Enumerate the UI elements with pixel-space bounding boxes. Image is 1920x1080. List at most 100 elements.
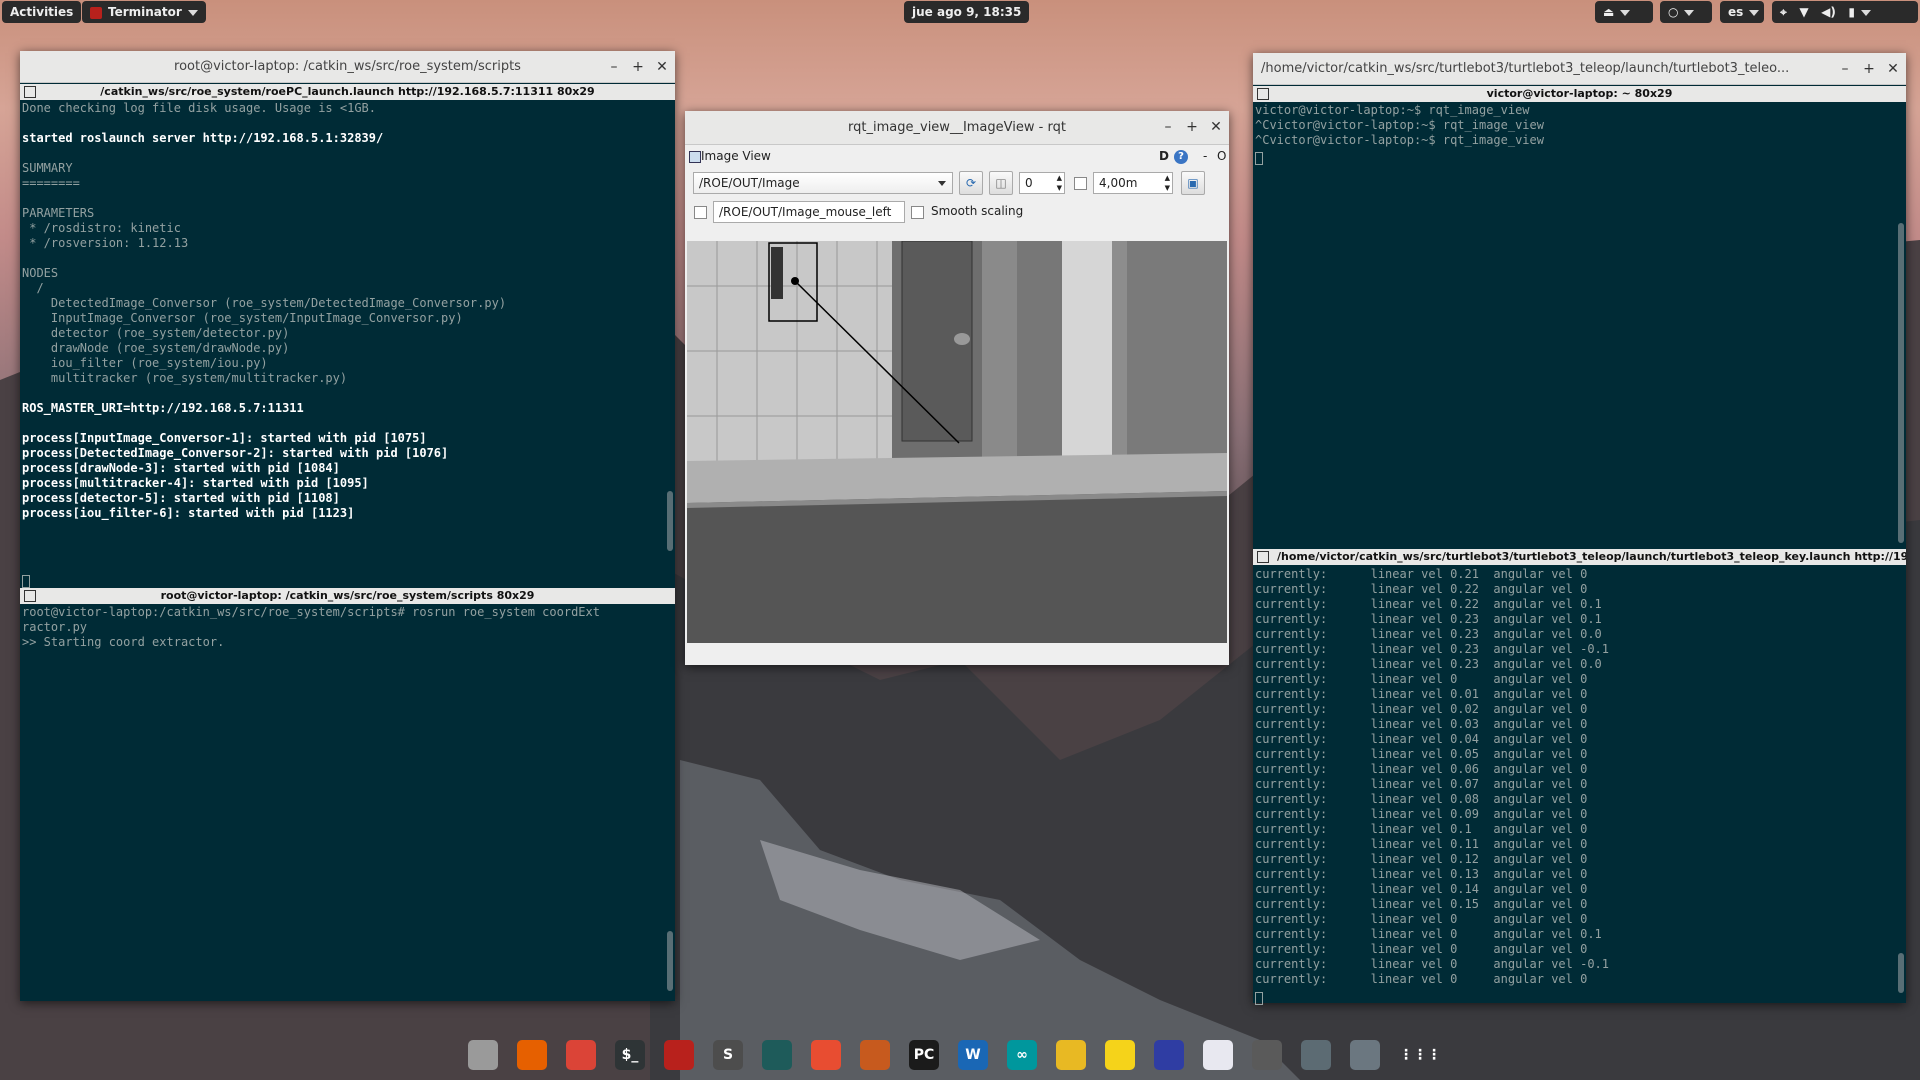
terminal-line: ^Cvictor@victor-laptop:~$ rqt_image_view (1255, 118, 1544, 132)
terminal-line: ======== (22, 176, 80, 190)
minimize-button[interactable]: – (1157, 111, 1179, 145)
mail-icon[interactable] (1056, 1040, 1086, 1070)
close-button[interactable]: ✕ (1882, 53, 1904, 85)
terminal-line: currently: linear vel 0 angular vel 0.1 (1255, 927, 1602, 941)
window-titlebar[interactable]: rqt_image_view__ImageView - rqt – + ✕ (685, 111, 1229, 145)
maximize-button[interactable]: + (1181, 111, 1203, 145)
circle-icon: ○ (1668, 5, 1679, 19)
app-menu-label: Terminator (108, 5, 182, 19)
gitkraken-icon[interactable] (762, 1040, 792, 1070)
chevron-down-icon (1749, 9, 1760, 16)
arduino-icon[interactable]: ∞ (1007, 1040, 1037, 1070)
firefox-icon[interactable] (517, 1040, 547, 1070)
terminal-line: currently: linear vel 0 angular vel 0 (1255, 942, 1588, 956)
maximize-button[interactable]: + (627, 51, 649, 83)
chrome-icon[interactable] (566, 1040, 596, 1070)
minimize-button[interactable]: – (1834, 53, 1856, 85)
mouse-publish-checkbox[interactable] (694, 206, 707, 219)
pane-titlebar[interactable]: root@victor-laptop: /catkin_ws/src/roe_s… (20, 588, 675, 604)
circle-indicator[interactable]: ○ (1660, 1, 1712, 23)
spin-arrows-icon: ▲ ▼ (1164, 174, 1170, 192)
terminal-line: currently: linear vel 0.15 angular vel 0 (1255, 897, 1588, 911)
terminal-output[interactable]: victor@victor-laptop:~$ rqt_image_view ^C… (1255, 103, 1896, 163)
terminal-line: DetectedImage_Conversor (roe_system/Dete… (22, 296, 507, 310)
rotation-spinbox[interactable]: 0 ▲ ▼ (1019, 172, 1065, 194)
terminal-line: currently: linear vel 0.14 angular vel 0 (1255, 882, 1588, 896)
activities-button[interactable]: Activities (2, 1, 82, 23)
terminal-line: * /rosdistro: kinetic (22, 221, 181, 235)
window-titlebar[interactable]: root@victor-laptop: /catkin_ws/src/roe_s… (20, 51, 675, 83)
volume-icon: ◀) (1821, 5, 1836, 19)
chevron-down-icon (1684, 9, 1695, 16)
pane-titlebar[interactable]: /home/victor/catkin_ws/src/turtlebot3/tu… (1253, 549, 1906, 565)
terminal-line: SUMMARY (22, 161, 73, 175)
panel-title: Image View (701, 149, 771, 163)
smooth-scaling-checkbox[interactable] (911, 206, 924, 219)
image-canvas[interactable] (687, 241, 1227, 643)
display-icon[interactable] (1350, 1040, 1380, 1070)
maximize-button[interactable]: + (1858, 53, 1880, 85)
calculator-icon[interactable] (1252, 1040, 1282, 1070)
save-image-button[interactable]: ▣ (1181, 171, 1205, 195)
clock[interactable]: jue ago 9, 18:35 (904, 1, 1030, 23)
wireshark-icon[interactable]: W (958, 1040, 988, 1070)
chevron-down-icon (1620, 9, 1631, 16)
keyboard-layout[interactable]: es (1720, 1, 1764, 23)
terminal-line: iou_filter (roe_system/iou.py) (22, 356, 268, 370)
headphones-icon[interactable] (1154, 1040, 1184, 1070)
terminal-line: currently: linear vel 0.23 angular vel 0… (1255, 657, 1602, 671)
minimize-button[interactable]: – (603, 51, 625, 83)
terminal-line: process[detector-5]: started with pid [1… (22, 491, 340, 505)
close-button[interactable]: ✕ (651, 51, 673, 83)
close-panel-button[interactable]: O (1217, 149, 1226, 163)
window-title: /home/victor/catkin_ws/src/turtlebot3/tu… (1261, 61, 1790, 76)
files-app-icon[interactable] (468, 1040, 498, 1070)
grid-icon (1257, 551, 1269, 563)
screenshot-icon[interactable] (1301, 1040, 1331, 1070)
help-button[interactable]: ? (1174, 150, 1188, 164)
pycharm-icon[interactable]: PC (909, 1040, 939, 1070)
app-menu-button[interactable]: Terminator (82, 1, 206, 23)
scrollbar[interactable] (667, 491, 673, 551)
terminal-icon[interactable]: $_ (615, 1040, 645, 1070)
rotate-button[interactable]: ◫ (989, 171, 1013, 195)
matlab-icon[interactable] (860, 1040, 890, 1070)
pane-titlebar[interactable]: /catkin_ws/src/roe_system/roePC_launch.l… (20, 84, 675, 100)
terminator-icon[interactable] (664, 1040, 694, 1070)
terminal-output[interactable]: Done checking log file disk usage. Usage… (22, 101, 665, 573)
refresh-topics-button[interactable]: ⟳ (959, 171, 983, 195)
terminal-input[interactable]: root@victor-laptop:/catkin_ws/src/roe_sy… (22, 605, 665, 995)
zoom-checkbox[interactable] (1074, 177, 1087, 190)
sublime-text-icon[interactable]: S (713, 1040, 743, 1070)
app-grid-icon[interactable]: ⋮⋮⋮ (1399, 1040, 1441, 1070)
close-button[interactable]: ✕ (1205, 111, 1227, 145)
chevron-down-icon (187, 9, 198, 16)
rhythmbox-icon[interactable] (1105, 1040, 1135, 1070)
pane-title: root@victor-laptop: /catkin_ws/src/roe_s… (160, 589, 535, 602)
window-titlebar[interactable]: /home/victor/catkin_ws/src/turtlebot3/tu… (1253, 53, 1906, 85)
pane-title: /catkin_ws/src/roe_system/roePC_launch.l… (100, 85, 595, 98)
scrollbar[interactable] (1898, 953, 1904, 993)
terminal-cursor (1255, 988, 1263, 1007)
system-menu[interactable]: ⌖ ▼ ◀) ▮ (1772, 1, 1918, 23)
minimize-panel-button[interactable]: - (1203, 149, 1207, 163)
zoom-spinbox[interactable]: 4,00m ▲ ▼ (1093, 172, 1173, 194)
window-title: rqt_image_view__ImageView - rqt (848, 120, 1066, 135)
scrollbar[interactable] (667, 931, 673, 991)
pane-titlebar[interactable]: victor@victor-laptop: ~ 80x29 (1253, 86, 1906, 102)
eject-menu[interactable]: ⏏ (1595, 1, 1653, 23)
git-icon[interactable] (811, 1040, 841, 1070)
mouse-topic-input[interactable]: /ROE/OUT/Image_mouse_left (713, 201, 905, 223)
topic-dropdown[interactable]: /ROE/OUT/Image (693, 172, 953, 194)
terminal-line: currently: linear vel 0.23 angular vel 0… (1255, 627, 1602, 641)
scrollbar[interactable] (1898, 223, 1904, 543)
text-editor-icon[interactable] (1203, 1040, 1233, 1070)
terminal-output[interactable]: currently: linear vel 0.21 angular vel 0… (1255, 567, 1896, 999)
dock-button[interactable]: D (1159, 149, 1169, 163)
terminal-line: currently: linear vel 0.03 angular vel 0 (1255, 717, 1588, 731)
terminal-line: ^Cvictor@victor-laptop:~$ rqt_image_view (1255, 133, 1544, 147)
terminator-small-icon (90, 6, 102, 19)
terminal-line: process[DetectedImage_Conversor-2]: star… (22, 446, 449, 460)
